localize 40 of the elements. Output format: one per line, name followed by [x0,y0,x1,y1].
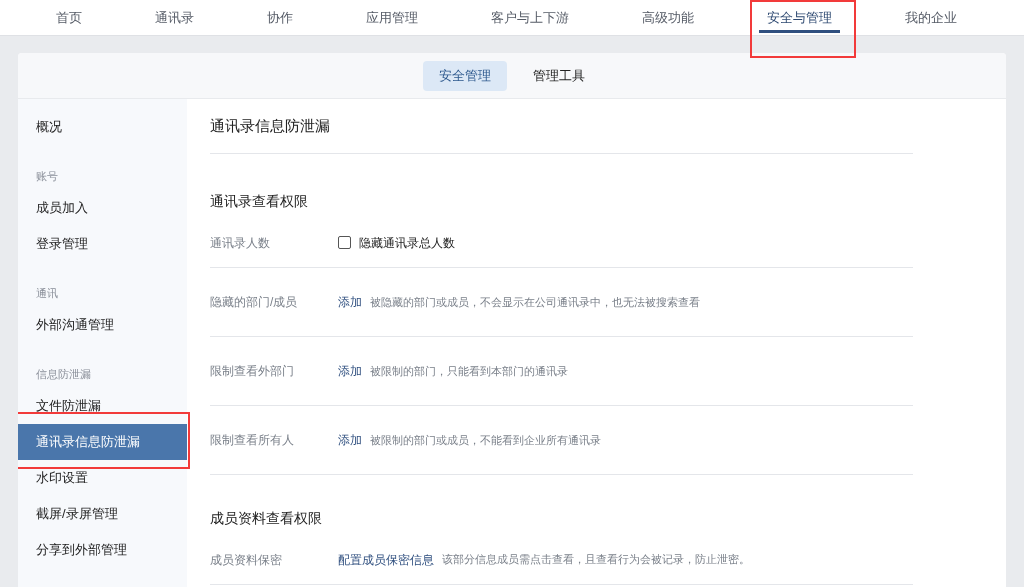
setting-label: 限制查看所有人 [210,432,295,449]
action-link[interactable]: 添加 [338,431,362,449]
nav-tab[interactable]: 应用管理 [366,0,418,35]
sidebar-item[interactable]: 通讯录信息防泄漏 [18,424,187,460]
sidebar-group-title: 通讯 [35,285,59,301]
sub-tab[interactable]: 安全管理 [423,60,507,91]
sidebar-item[interactable]: 登录管理 [18,226,187,262]
page-title: 通讯录信息防泄漏 [210,99,913,154]
setting-label: 限制查看外部门 [210,363,295,380]
checkbox[interactable] [338,236,351,249]
nav-tab[interactable]: 客户与上下游 [491,0,569,35]
nav-tab[interactable]: 安全与管理 [759,0,840,35]
checkbox-option[interactable]: 隐藏通讯录总人数 [338,233,455,252]
nav-tab[interactable]: 高级功能 [642,0,694,35]
sidebar-group-title: 信息防泄漏 [35,366,92,382]
setting-description: 被限制的部门或成员，不能看到企业所有通讯录 [370,432,601,448]
nav-tab[interactable]: 首页 [56,0,82,35]
sidebar-group-title: 账号 [35,168,59,184]
sidebar-item[interactable]: 截屏/录屏管理 [18,496,187,532]
sidebar-item[interactable]: 外部沟通管理 [18,307,187,343]
setting-description: 该部分信息成员需点击查看，且查看行为会被记录，防止泄密。 [442,552,750,568]
action-link[interactable]: 添加 [338,362,362,380]
sub-tab[interactable]: 管理工具 [517,60,601,91]
setting-description: 被隐藏的部门或成员，不会显示在公司通讯录中，也无法被搜索查看 [370,294,700,310]
setting-description: 被限制的部门，只能看到本部门的通讯录 [370,363,568,379]
action-link[interactable]: 配置成员保密信息 [338,550,434,569]
action-link[interactable]: 添加 [338,293,362,311]
sidebar-item[interactable]: 水印设置 [18,460,187,496]
sidebar-item[interactable]: 成员加入 [18,190,187,226]
nav-tab[interactable]: 我的企业 [905,0,957,35]
section-title: 通讯录查看权限 [210,192,309,211]
section-title: 成员资料查看权限 [210,509,323,528]
setting-label: 隐藏的部门/成员 [210,294,299,311]
sidebar-item[interactable]: 概况 [18,109,187,145]
sidebar-item[interactable]: 文件防泄漏 [18,388,187,424]
nav-tab[interactable]: 通讯录 [155,0,194,35]
setting-label: 成员资料保密 [210,551,283,569]
setting-label: 通讯录人数 [210,234,271,252]
nav-tab[interactable]: 协作 [267,0,293,35]
sidebar-item[interactable]: 分享到外部管理 [18,532,187,568]
